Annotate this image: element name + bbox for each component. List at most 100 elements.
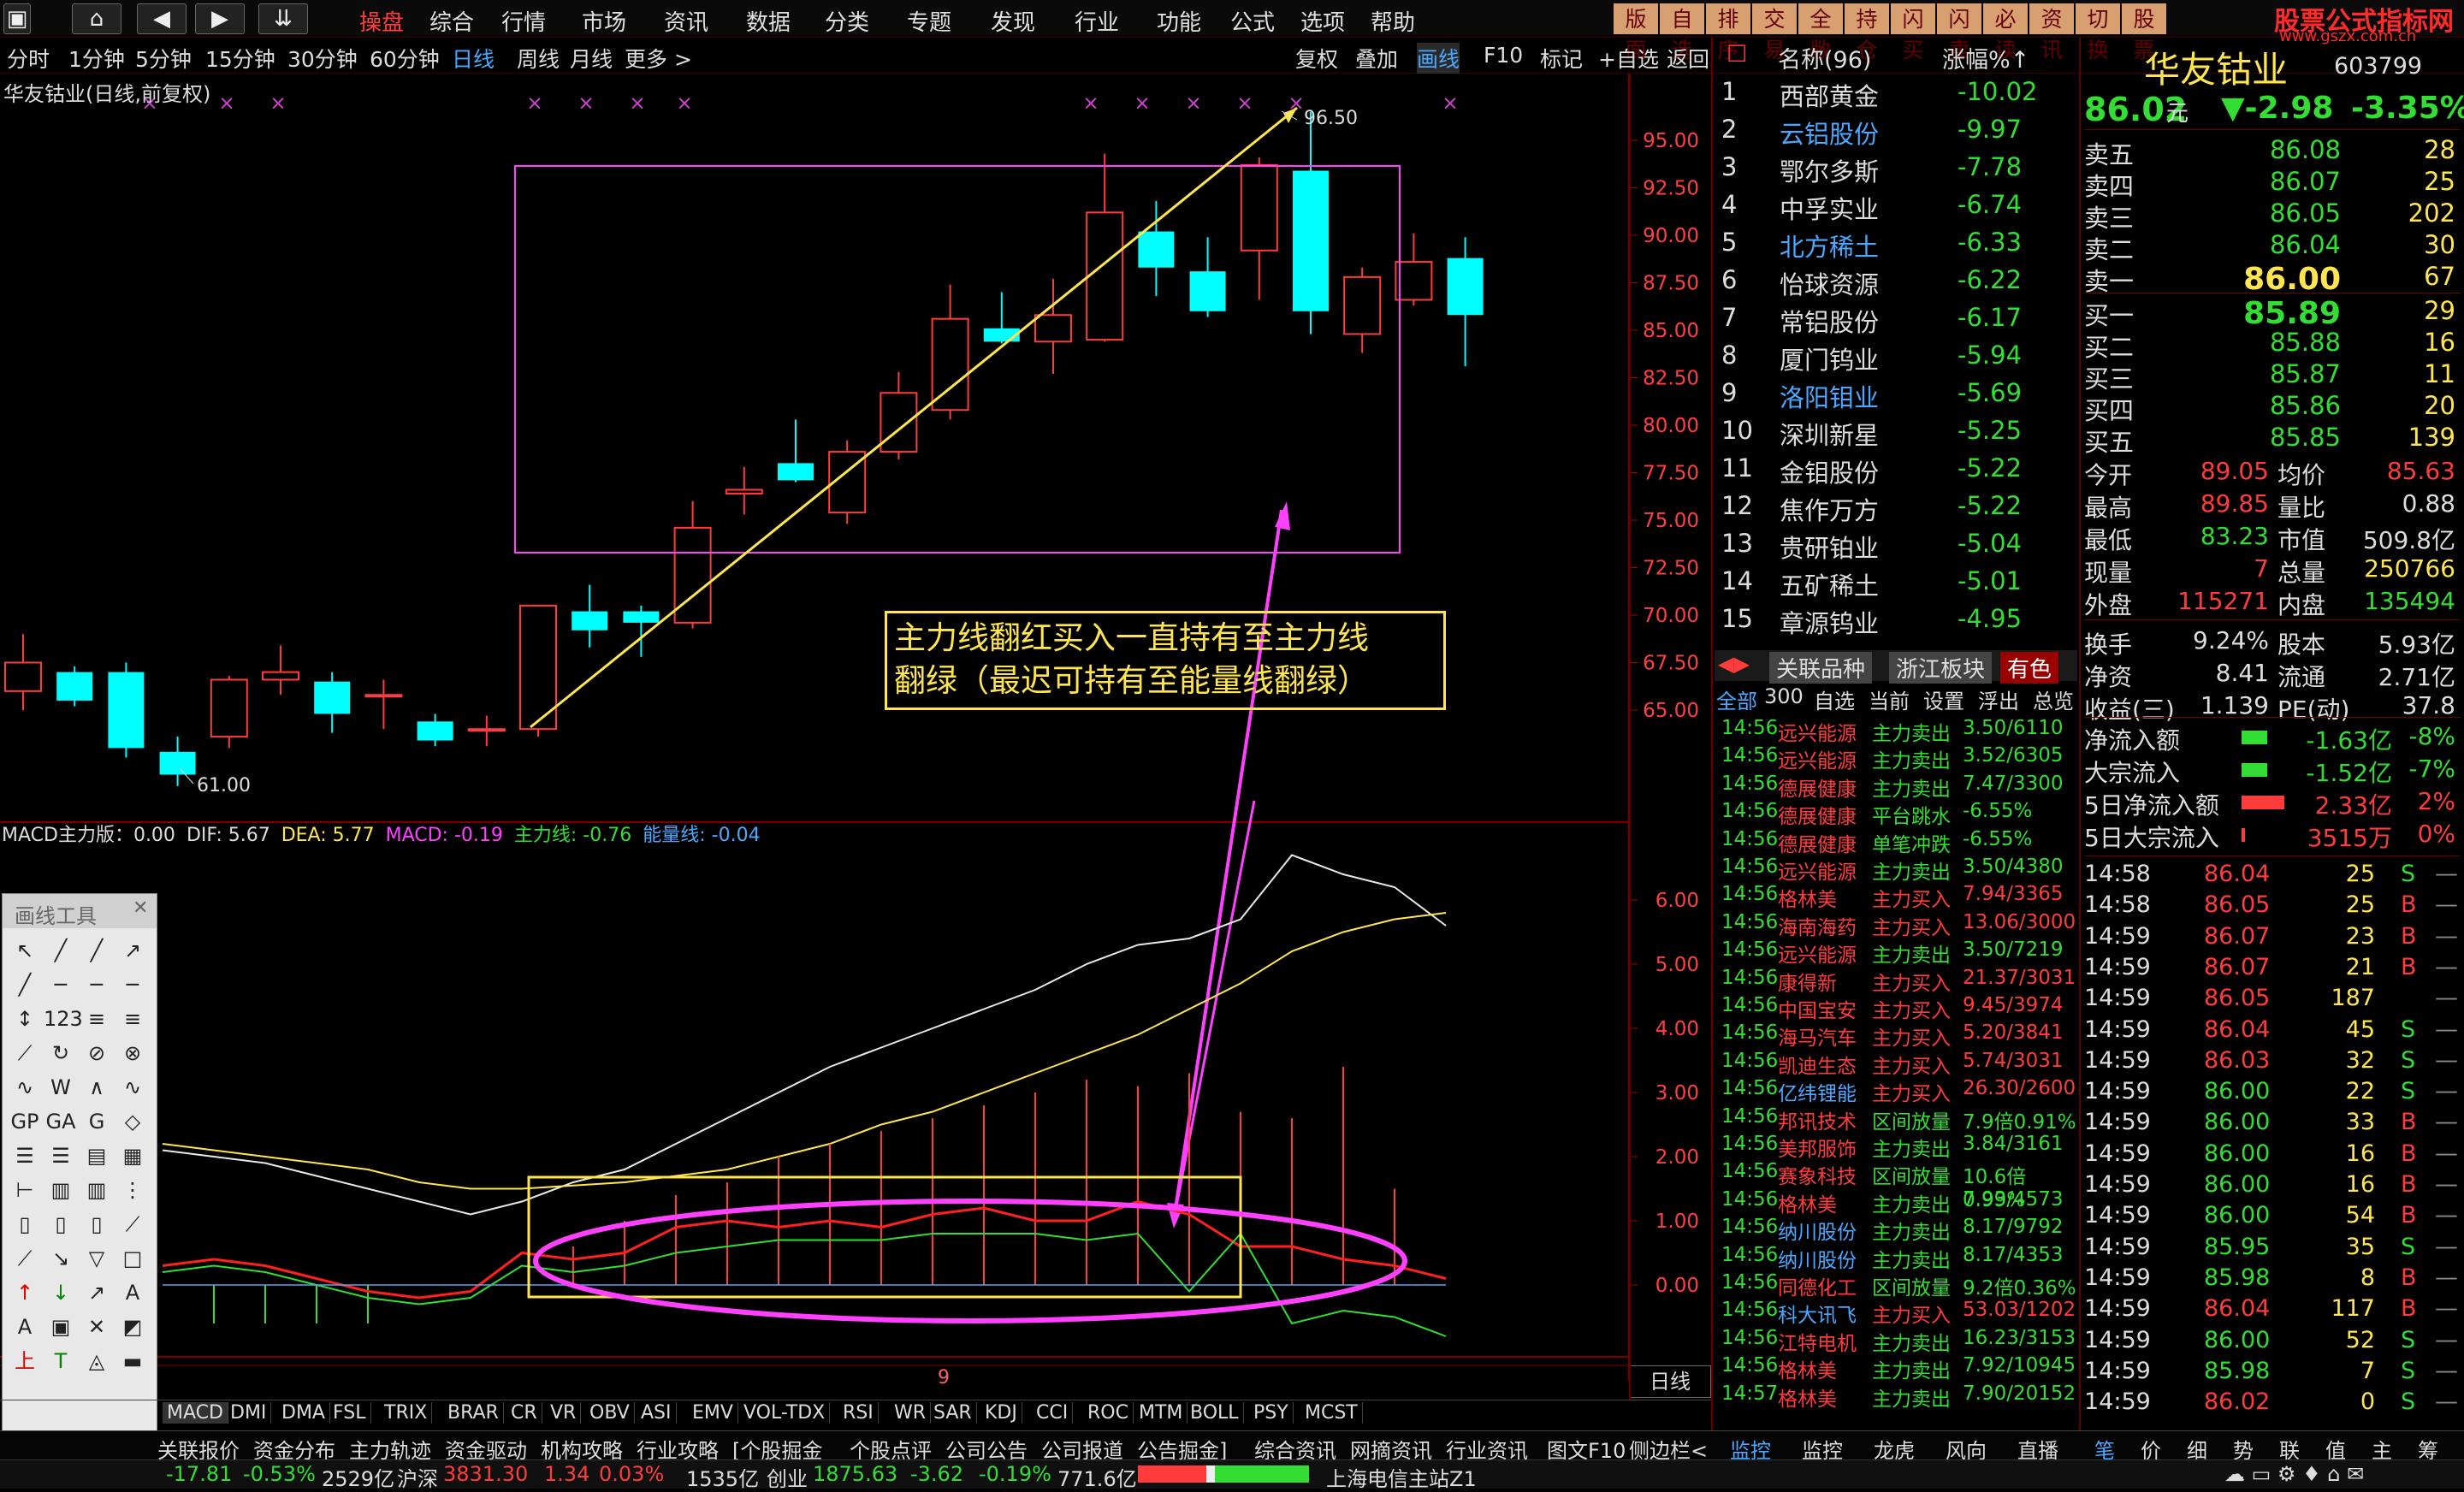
candle[interactable] [1240, 157, 1278, 300]
quick-button-9[interactable]: 资讯 [2029, 3, 2074, 62]
draw-tool-icon[interactable]: ╱ [44, 933, 78, 968]
candle[interactable] [725, 466, 763, 515]
subtab-6[interactable]: 总览 [2033, 684, 2074, 714]
candle[interactable] [467, 715, 506, 747]
draw-tool-icon[interactable]: ☰ [44, 1139, 78, 1173]
period-0[interactable]: 分时 [7, 43, 50, 74]
rank-row[interactable]: 1 西部黄金 -10.02 [1718, 77, 2077, 115]
subtab-5[interactable]: 浮出 [1978, 684, 2019, 714]
rank-row[interactable]: 14 五矿稀土 -5.01 [1718, 566, 2077, 604]
draw-tool-icon[interactable]: ▬ [116, 1344, 150, 1378]
indicator-tab-4[interactable]: TRIX [380, 1402, 433, 1424]
indicator-tab-1[interactable]: DMI [226, 1402, 272, 1424]
close-icon[interactable]: ✕ [133, 897, 148, 919]
period-1[interactable]: 1分钟 [68, 43, 125, 74]
indicator-tab-16[interactable]: CCI [1032, 1402, 1074, 1424]
indicator-tab-7[interactable]: VR [546, 1402, 582, 1424]
period-7[interactable]: 周线 [517, 43, 560, 74]
draw-tool-icon[interactable]: ▤ [80, 1139, 114, 1173]
draw-tool-icon[interactable]: ⊢ [8, 1173, 42, 1207]
monitor-row[interactable]: 14:56 同德化工 区间放量 9.2倍0.36% [1721, 1271, 2077, 1300]
draw-tool-icon[interactable]: ─ [116, 968, 150, 1002]
indicator-tab-19[interactable]: BOLL [1186, 1402, 1244, 1424]
draw-tool-icon[interactable]: ╱ [8, 968, 42, 1002]
quick-button-4[interactable]: 全敞 [1798, 3, 1843, 62]
period-6[interactable]: 日线 [452, 43, 495, 74]
monitor-row[interactable]: 14:56 康得新 主力买入 21.37/3031 [1721, 967, 2077, 995]
draw-tool-icon[interactable]: ╱ [80, 933, 114, 968]
indicator-tab-6[interactable]: CR [506, 1402, 542, 1424]
indicator-tab-20[interactable]: PSY [1249, 1402, 1294, 1424]
monitor-row[interactable]: 14:56 赛象科技 区间放量 10.6倍0.99% [1721, 1160, 2077, 1211]
sell-row[interactable]: 卖二 86.04 30 [2084, 230, 2461, 264]
draw-tool-icon[interactable]: A [116, 1276, 150, 1310]
candle[interactable] [159, 737, 196, 786]
tool-4[interactable]: 标记 [1540, 43, 1583, 74]
monitor-row[interactable]: 14:56 德展健康 主力卖出 7.47/3300 [1721, 773, 2077, 801]
forward-button[interactable]: ▶ [195, 3, 245, 34]
monitor-row[interactable]: 14:56 江特电机 主力卖出 16.23/3153 [1721, 1327, 2077, 1355]
candle[interactable] [1293, 111, 1329, 335]
candle[interactable] [673, 500, 712, 629]
candle[interactable] [572, 584, 608, 648]
rank-row[interactable]: 5 北方稀土 -6.33 [1718, 228, 2077, 265]
draw-tool-icon[interactable]: ▥ [44, 1173, 78, 1207]
draw-tool-icon[interactable]: ▣ [44, 1310, 78, 1344]
subtab-0[interactable]: 全部 [1716, 684, 1757, 714]
monitor-row[interactable]: 14:56 德展健康 平台跳水 -6.55% [1721, 800, 2077, 828]
rank-row[interactable]: 8 厦门钨业 -5.94 [1718, 340, 2077, 378]
indicator-tab-13[interactable]: WR [890, 1402, 932, 1424]
indicator-tab-3[interactable]: FSL [329, 1402, 371, 1424]
candle[interactable] [108, 662, 145, 758]
tab-prev-icon[interactable]: ◀▶ [1718, 652, 1750, 676]
quick-button-1[interactable]: 自选 [1660, 3, 1704, 62]
sell-row[interactable]: 卖五 86.08 28 [2084, 135, 2461, 169]
monitor-row[interactable]: 14:57 格林美 主力卖出 7.90/20152 [1721, 1382, 2077, 1411]
candle[interactable] [314, 672, 351, 733]
draw-tool-icon[interactable]: ↗ [80, 1276, 114, 1310]
subtab-3[interactable]: 当前 [1869, 684, 1910, 714]
monitor-row[interactable]: 14:56 凯迪生态 主力买入 5.74/3031 [1721, 1050, 2077, 1078]
draw-tool-icon[interactable]: ⟋ [116, 1207, 150, 1241]
period-2[interactable]: 5分钟 [135, 43, 192, 74]
tool-0[interactable]: 复权 [1295, 43, 1338, 74]
menu-item-12[interactable]: 选项 [1300, 5, 1345, 37]
rank-col-name[interactable]: 名称(96) [1778, 41, 1871, 74]
rank-row[interactable]: 2 云铝股份 -9.97 [1718, 115, 2077, 152]
menu-item-4[interactable]: 资讯 [664, 5, 708, 37]
menu-item-6[interactable]: 分类 [825, 5, 869, 37]
candle[interactable] [880, 371, 918, 459]
rank-row[interactable]: 13 贵研铂业 -5.04 [1718, 529, 2077, 566]
checkbox-icon[interactable]: ☐ [1727, 41, 1747, 68]
indicator-tab-12[interactable]: RSI [838, 1402, 879, 1424]
sell-row[interactable]: 卖四 86.07 25 [2084, 167, 2461, 201]
menu-item-9[interactable]: 行业 [1075, 5, 1119, 37]
candle[interactable] [1343, 267, 1382, 353]
monitor-row[interactable]: 14:56 纳川股份 主力卖出 8.17/9792 [1721, 1216, 2077, 1244]
monitor-row[interactable]: 14:56 远兴能源 主力卖出 3.50/4380 [1721, 856, 2077, 884]
rank-row[interactable]: 4 中孚实业 -6.74 [1718, 190, 2077, 228]
draw-tool-icon[interactable]: ▯ [80, 1207, 114, 1241]
server-label[interactable]: 上海电信主站Z1 [1326, 1462, 1477, 1492]
draw-tool-icon[interactable]: ↻ [44, 1036, 78, 1070]
tool-5[interactable]: +自选 [1598, 43, 1659, 74]
tray-icons[interactable]: ☁ ▭ ⚙ ♦ ⌂ ✉ [2224, 1462, 2364, 1486]
rank-row[interactable]: 6 怡球资源 -6.22 [1718, 265, 2077, 303]
indicator-tab-15[interactable]: KDJ [980, 1402, 1022, 1424]
draw-tool-icon[interactable]: W [44, 1070, 78, 1104]
draw-tool-icon[interactable]: ⟋ [8, 1241, 42, 1276]
candle[interactable] [364, 679, 403, 730]
rank-row[interactable]: 9 洛阳钼业 -5.69 [1718, 378, 2077, 416]
tab-nonferrous[interactable]: 有色 [2000, 652, 2059, 684]
draw-tool-icon[interactable]: A [8, 1310, 42, 1344]
quick-button-7[interactable]: 闪卖 [1937, 3, 1981, 62]
candle[interactable] [1189, 237, 1226, 317]
rank-col-change[interactable]: 涨幅%↑ [1942, 41, 2029, 74]
tab-zhejiang[interactable]: 浙江板块 [1889, 652, 1993, 684]
buy-row[interactable]: 买五 85.85 139 [2084, 423, 2461, 457]
candle[interactable] [778, 419, 814, 483]
monitor-row[interactable]: 14:56 美邦服饰 主力卖出 3.84/3161 [1721, 1133, 2077, 1161]
draw-tool-icon[interactable]: ─ [80, 968, 114, 1002]
subtab-4[interactable]: 设置 [1923, 684, 1964, 714]
indicator-tab-18[interactable]: MTM [1134, 1402, 1188, 1424]
